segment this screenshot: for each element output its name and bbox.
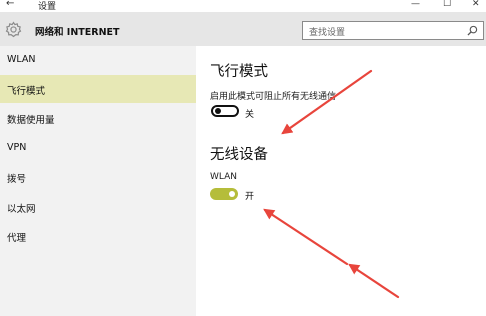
search-icon[interactable] — [467, 25, 478, 36]
maximize-button[interactable]: ☐ — [443, 0, 451, 9]
back-button[interactable]: ← — [6, 0, 14, 9]
main-panel: 飞行模式 启用此模式可阻止所有无线通信 关 无线设备 WLAN 开 — [196, 46, 486, 316]
close-button[interactable]: ✕ — [472, 0, 480, 9]
sidebar-item-airplane-mode[interactable]: 飞行模式 — [0, 75, 196, 103]
minimize-button[interactable]: — — [411, 0, 420, 9]
airplane-mode-heading: 飞行模式 — [210, 64, 268, 80]
sidebar-item-label: VPN — [7, 142, 27, 153]
sidebar-item-label: 数据使用量 — [7, 115, 55, 126]
wlan-device-label: WLAN — [210, 172, 238, 182]
sidebar-item-data-usage[interactable]: 数据使用量 — [0, 104, 196, 132]
airplane-mode-state: 关 — [245, 110, 255, 120]
search-placeholder: 查找设置 — [309, 28, 346, 38]
search-input[interactable]: 查找设置 — [302, 21, 484, 40]
page-title: 网络和 INTERNET — [35, 27, 120, 38]
settings-header: 网络和 INTERNET 查找设置 — [0, 12, 486, 46]
sidebar: WLAN 飞行模式 数据使用量 VPN 拨号 以太网 代理 — [0, 46, 196, 316]
sidebar-item-vpn[interactable]: VPN — [0, 134, 196, 162]
sidebar-item-label: 以太网 — [7, 204, 36, 215]
toggle-knob — [229, 191, 235, 197]
airplane-mode-description: 启用此模式可阻止所有无线通信 — [210, 92, 337, 102]
window-title-bar: ← 设置 — ☐ ✕ — [0, 0, 486, 12]
sidebar-item-dialup[interactable]: 拨号 — [0, 163, 196, 191]
sidebar-item-label: WLAN — [7, 54, 36, 65]
sidebar-item-label: 飞行模式 — [7, 86, 46, 97]
gear-icon — [5, 21, 22, 38]
toggle-knob — [215, 108, 221, 114]
sidebar-item-wlan[interactable]: WLAN — [0, 46, 196, 74]
sidebar-item-label: 代理 — [7, 233, 27, 244]
sidebar-item-ethernet[interactable]: 以太网 — [0, 193, 196, 221]
sidebar-item-proxy[interactable]: 代理 — [0, 222, 196, 250]
window-title: 设置 — [38, 2, 57, 12]
wlan-state: 开 — [245, 192, 255, 202]
wlan-toggle[interactable] — [210, 188, 238, 200]
airplane-mode-toggle[interactable] — [211, 105, 239, 117]
wireless-devices-heading: 无线设备 — [210, 147, 268, 163]
sidebar-item-label: 拨号 — [7, 174, 27, 185]
